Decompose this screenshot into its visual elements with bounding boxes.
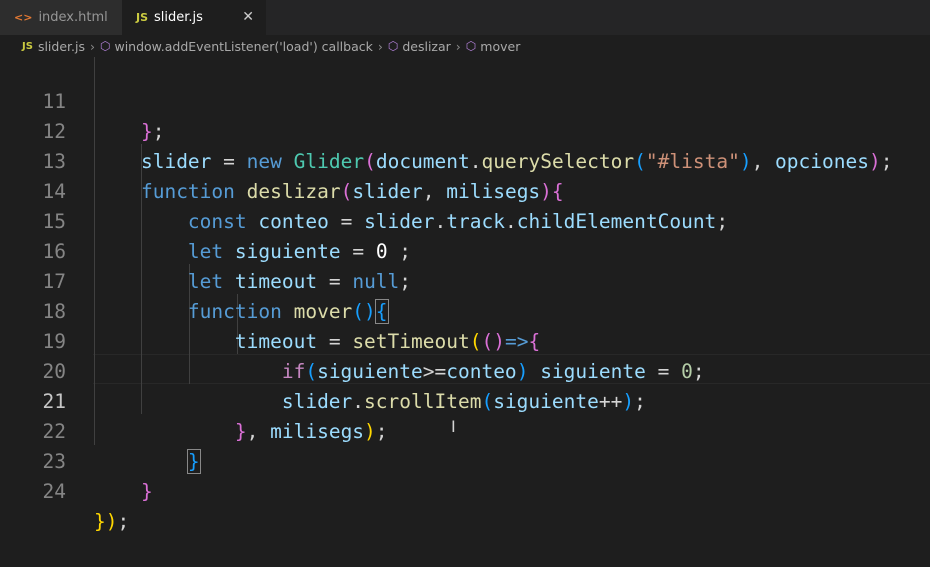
code-editor[interactable]: 11 }};; 12 slider = new Glider(document.… [0,57,930,533]
code-line: 12 slider = new Glider(document.querySel… [0,87,930,173]
code-line: 14 const conteo = slider.track.childElem… [0,147,930,233]
chevron-right-icon: › [377,38,383,54]
text-cursor-icon: I [451,417,456,436]
line-code: }); [94,510,130,533]
code-line: 16 let timeout = null; [0,207,930,293]
code-line: 18 timeout = setTimeout(()=>{ [0,267,930,353]
breadcrumb-item[interactable]: slider.js [38,39,85,54]
method-cube-icon: ⬡ [387,39,399,53]
chevron-right-icon: › [455,38,461,54]
line-number: 24 [42,480,66,503]
html-file-icon: <> [14,11,33,24]
breadcrumb-item[interactable]: deslizar [402,39,450,54]
tab-label: slider.js [154,10,203,25]
code-line: 11 }};; [0,57,930,143]
breadcrumb-item[interactable]: mover [480,39,520,54]
code-line: 23 } [0,417,930,503]
chevron-right-icon: › [89,38,95,54]
code-line: 22 } [0,387,930,474]
code-line: 13 function deslizar(slider, milisegs){ [0,117,930,203]
breadcrumb: JS slider.js › ⬡ window.addEventListener… [0,35,930,57]
method-cube-icon: ⬡ [465,39,477,53]
code-line: 24 }); [0,447,930,533]
code-line: 17 function mover(){ [0,237,930,324]
method-cube-icon: ⬡ [99,39,111,53]
code-line: 21 }, milisegs); [0,357,930,443]
tab-slider-js[interactable]: JS slider.js ✕ [122,0,266,35]
tab-bar: <> index.html JS slider.js ✕ [0,0,930,35]
breadcrumb-item[interactable]: window.addEventListener('load') callback [114,39,372,54]
code-line: 20 slider.scrollItem(siguiente++); [0,327,930,413]
line-code: } [140,480,153,503]
code-line: 19 if(siguiente>=conteo) siguiente = 0; [0,297,930,383]
js-file-icon: JS [22,40,33,52]
code-line: 15 let siguiente = 0 ; [0,177,930,263]
close-icon[interactable]: ✕ [242,9,254,25]
js-file-icon: JS [136,11,149,24]
tab-index-html[interactable]: <> index.html [0,0,122,35]
tab-label: index.html [38,10,108,25]
